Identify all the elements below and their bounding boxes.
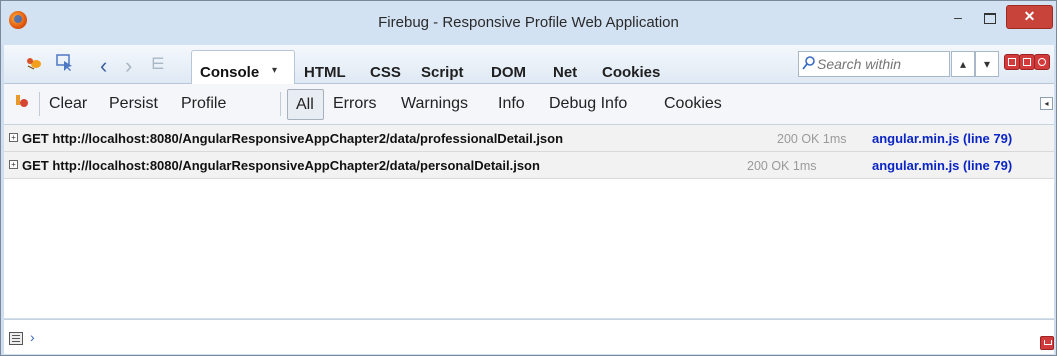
request-status: 200 OK 1ms (777, 132, 847, 146)
clear-button[interactable]: Clear (49, 95, 87, 113)
tab-script[interactable]: Script (421, 64, 464, 81)
source-link[interactable]: angular.min.js (line 79) (872, 158, 1012, 173)
filter-errors-button[interactable]: Errors (333, 95, 377, 113)
tab-dom[interactable]: DOM (491, 64, 526, 81)
expand-icon[interactable]: + (9, 160, 18, 169)
command-editor-icon[interactable]: ⋿ (151, 54, 165, 74)
firebug-menu-icon[interactable] (26, 56, 42, 70)
forward-icon[interactable]: › (125, 53, 132, 79)
request-url: GET http://localhost:8080/AngularRespons… (22, 158, 540, 173)
log-entry[interactable]: + GET http://localhost:8080/AngularRespo… (4, 125, 1054, 152)
filter-info-button[interactable]: Info (498, 95, 525, 113)
close-button[interactable]: ✕ (1006, 5, 1053, 29)
close-firebug-button[interactable] (1034, 54, 1050, 70)
source-link[interactable]: angular.min.js (line 79) (872, 131, 1012, 146)
request-status: 200 OK 1ms (747, 159, 817, 173)
tab-console-label: Console (200, 64, 260, 81)
firebug-window: Firebug - Responsive Profile Web Applica… (0, 0, 1057, 356)
console-log: + GET http://localhost:8080/AngularRespo… (4, 125, 1054, 318)
tab-html[interactable]: HTML (304, 64, 346, 81)
tab-net[interactable]: Net (553, 64, 577, 81)
search-next-button[interactable]: ▾ (975, 51, 999, 77)
toggle-command-editor-button[interactable] (1040, 336, 1054, 350)
chevron-down-icon[interactable]: ▾ (272, 65, 277, 76)
search-previous-button[interactable]: ▴ (951, 51, 975, 77)
minimize-button[interactable]: – (944, 9, 972, 29)
expand-icon[interactable]: + (9, 133, 18, 142)
search-box (798, 51, 950, 77)
prompt-icon: › (30, 329, 35, 345)
search-icon (802, 56, 815, 70)
filter-debug-info-button[interactable]: Debug Info (549, 95, 627, 113)
persist-button[interactable]: Persist (109, 95, 158, 113)
command-editor-toggle-icon[interactable] (9, 332, 23, 345)
inspect-icon[interactable] (56, 54, 74, 72)
tab-console[interactable]: Console ▾ (191, 50, 295, 84)
filter-cookies-button[interactable]: Cookies (664, 95, 722, 113)
break-on-errors-icon[interactable] (16, 95, 28, 111)
divider (280, 92, 281, 116)
log-entry[interactable]: + GET http://localhost:8080/AngularRespo… (4, 152, 1054, 179)
tab-cookies[interactable]: Cookies (602, 64, 660, 81)
command-line-bar: › (4, 319, 1054, 354)
request-url: GET http://localhost:8080/AngularRespons… (22, 131, 564, 146)
back-icon[interactable]: ‹ (100, 53, 107, 79)
detach-firebug-button[interactable] (1019, 54, 1035, 70)
scroll-tabs-icon[interactable]: ◂ (1040, 97, 1053, 110)
minimize-firebug-button[interactable] (1004, 54, 1020, 70)
title-bar: Firebug - Responsive Profile Web Applica… (1, 1, 1056, 45)
search-input[interactable] (817, 55, 945, 73)
filter-warnings-button[interactable]: Warnings (401, 95, 468, 113)
command-line-input[interactable] (44, 328, 1008, 348)
filter-all-button[interactable]: All (287, 89, 324, 120)
window-title: Firebug - Responsive Profile Web Applica… (378, 14, 679, 31)
maximize-button[interactable] (976, 9, 1002, 29)
filter-all-label: All (296, 96, 314, 113)
console-toolbar: Clear Persist Profile All Errors Warning… (4, 84, 1054, 125)
firebug-toolbar: ‹ › ⋿ Console ▾ HTML CSS Script DOM Net … (4, 45, 1054, 84)
divider (39, 92, 40, 116)
profile-button[interactable]: Profile (181, 95, 226, 113)
tab-css[interactable]: CSS (370, 64, 401, 81)
